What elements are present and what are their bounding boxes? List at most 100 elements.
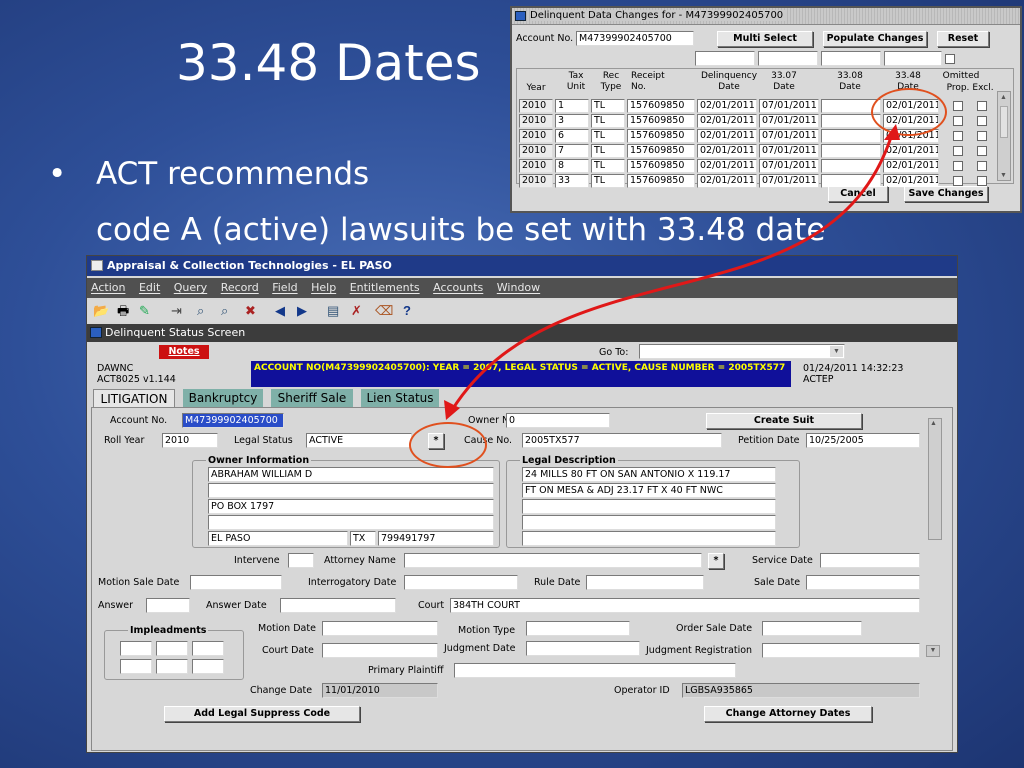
tab-litigation[interactable]: LITIGATION (93, 389, 175, 407)
popup-account-field[interactable]: M47399902405700 (576, 31, 694, 46)
legal-scrollbar[interactable]: ▲ (928, 418, 942, 540)
checkbox-prop[interactable] (953, 176, 963, 186)
populate-changes-button[interactable]: Populate Changes (823, 31, 927, 47)
cell-d3307[interactable]: 07/01/2011 (759, 99, 819, 113)
cell-d3308[interactable] (821, 129, 881, 143)
cell-d3307[interactable]: 07/01/2011 (759, 129, 819, 143)
cell-d3308[interactable] (821, 159, 881, 173)
populate-3307-field[interactable] (758, 51, 818, 66)
owner-city[interactable]: EL PASO (208, 531, 348, 546)
account-no-field[interactable]: M47399902405700 (182, 413, 284, 428)
petition-date-field[interactable]: 10/25/2005 (806, 433, 920, 448)
legal-line-2[interactable]: FT ON MESA & ADJ 23.17 FT X 40 FT NWC (522, 483, 776, 498)
rule-date-field[interactable] (586, 575, 704, 590)
legal-scroll-up-icon[interactable]: ▲ (930, 420, 937, 427)
popup-titlebar[interactable]: Delinquent Data Changes for - M473999024… (512, 8, 1020, 25)
create-suit-button[interactable]: Create Suit (706, 413, 862, 429)
cell-type[interactable]: TL (591, 129, 625, 143)
motion-sale-date-field[interactable] (190, 575, 282, 590)
populate-omitted-checkbox[interactable] (945, 54, 955, 64)
scroll-up-icon[interactable]: ▲ (1000, 94, 1007, 101)
checkbox-excl[interactable] (977, 101, 987, 111)
cell-delinq[interactable]: 02/01/2011 (697, 159, 757, 173)
legal-line-4[interactable] (522, 515, 776, 530)
cell-type[interactable]: TL (591, 174, 625, 188)
scroll-thumb[interactable] (1000, 106, 1008, 138)
owner-no-field[interactable]: 0 (506, 413, 610, 428)
tab-sheriff-sale[interactable]: Sheriff Sale (271, 389, 353, 407)
menu-edit[interactable]: Edit (139, 281, 160, 294)
order-sale-date-field[interactable] (762, 621, 862, 636)
cell-receipt[interactable]: 157609850 (627, 99, 695, 113)
populate-3308-field[interactable] (821, 51, 881, 66)
exit-icon[interactable]: ⇥ (171, 303, 182, 319)
owner-line-4[interactable] (208, 515, 494, 530)
owner-line-2[interactable] (208, 483, 494, 498)
checkbox-excl[interactable] (977, 131, 987, 141)
cell-delinq[interactable]: 02/01/2011 (697, 114, 757, 128)
impleadment-6[interactable] (192, 659, 224, 674)
attorney-name-field[interactable] (404, 553, 702, 568)
menu-field[interactable]: Field (272, 281, 297, 294)
owner-state[interactable]: TX (350, 531, 376, 546)
cell-unit[interactable]: 8 (555, 159, 589, 173)
scroll-down-icon[interactable]: ▼ (926, 645, 940, 657)
court-date-field[interactable] (322, 643, 438, 658)
scroll-down-icon[interactable]: ▼ (1000, 172, 1007, 179)
cell-receipt[interactable]: 157609850 (627, 159, 695, 173)
save-icon[interactable]: ✎ (139, 303, 150, 319)
cancel-query-icon[interactable]: ✖ (245, 303, 256, 319)
checkbox-excl[interactable] (977, 146, 987, 156)
court-field[interactable]: 384TH COURT (450, 598, 920, 613)
legal-line-5[interactable] (522, 531, 776, 546)
cell-year[interactable]: 2010 (519, 174, 553, 188)
service-date-field[interactable] (820, 553, 920, 568)
populate-delinquency-field[interactable] (695, 51, 755, 66)
motion-date-field[interactable] (322, 621, 438, 636)
menu-record[interactable]: Record (221, 281, 259, 294)
clear-record-icon[interactable]: ⌫ (375, 303, 393, 319)
cell-year[interactable]: 2010 (519, 114, 553, 128)
cell-type[interactable]: TL (591, 159, 625, 173)
goto-field[interactable] (639, 344, 845, 359)
change-attorney-dates-button[interactable]: Change Attorney Dates (704, 706, 872, 722)
motion-type-field[interactable] (526, 621, 630, 636)
cause-no-field[interactable]: 2005TX577 (522, 433, 722, 448)
sale-date-field[interactable] (806, 575, 920, 590)
cell-d3307[interactable]: 07/01/2011 (759, 174, 819, 188)
cell-year[interactable]: 2010 (519, 129, 553, 143)
table-scrollbar[interactable]: ▲ ▼ (997, 91, 1011, 181)
cell-receipt[interactable]: 157609850 (627, 129, 695, 143)
app-titlebar[interactable]: Appraisal & Collection Technologies - EL… (87, 256, 957, 276)
cell-unit[interactable]: 6 (555, 129, 589, 143)
attorney-lov-button[interactable]: * (708, 553, 724, 569)
cell-receipt[interactable]: 157609850 (627, 114, 695, 128)
cell-d3348[interactable]: 02/01/2011 (883, 159, 939, 173)
cell-year[interactable]: 2010 (519, 99, 553, 113)
cell-receipt[interactable]: 157609850 (627, 174, 695, 188)
checkbox-prop[interactable] (953, 131, 963, 141)
checkbox-excl[interactable] (977, 161, 987, 171)
populate-3348-field[interactable] (884, 51, 942, 66)
previous-record-icon[interactable]: ◀ (275, 303, 285, 319)
notes-button[interactable]: Notes (159, 345, 209, 359)
owner-line-1[interactable]: ABRAHAM WILLIAM D (208, 467, 494, 482)
save-changes-button[interactable]: Save Changes (904, 186, 988, 202)
checkbox-prop[interactable] (953, 161, 963, 171)
help-icon[interactable]: ? (403, 303, 411, 319)
impleadment-5[interactable] (156, 659, 188, 674)
legal-line-3[interactable] (522, 499, 776, 514)
cell-type[interactable]: TL (591, 114, 625, 128)
cell-d3348[interactable]: 02/01/2011 (883, 144, 939, 158)
tab-bankruptcy[interactable]: Bankruptcy (183, 389, 263, 407)
roll-year-field[interactable]: 2010 (162, 433, 218, 448)
answer-date-field[interactable] (280, 598, 396, 613)
checkbox-prop[interactable] (953, 101, 963, 111)
menu-action[interactable]: Action (91, 281, 125, 294)
execute-query-icon[interactable]: ⌕ (221, 303, 228, 319)
menu-help[interactable]: Help (311, 281, 336, 294)
checkbox-prop[interactable] (953, 146, 963, 156)
judgment-date-field[interactable] (526, 641, 640, 656)
reset-button[interactable]: Reset (937, 31, 989, 47)
checkbox-excl[interactable] (977, 176, 987, 186)
